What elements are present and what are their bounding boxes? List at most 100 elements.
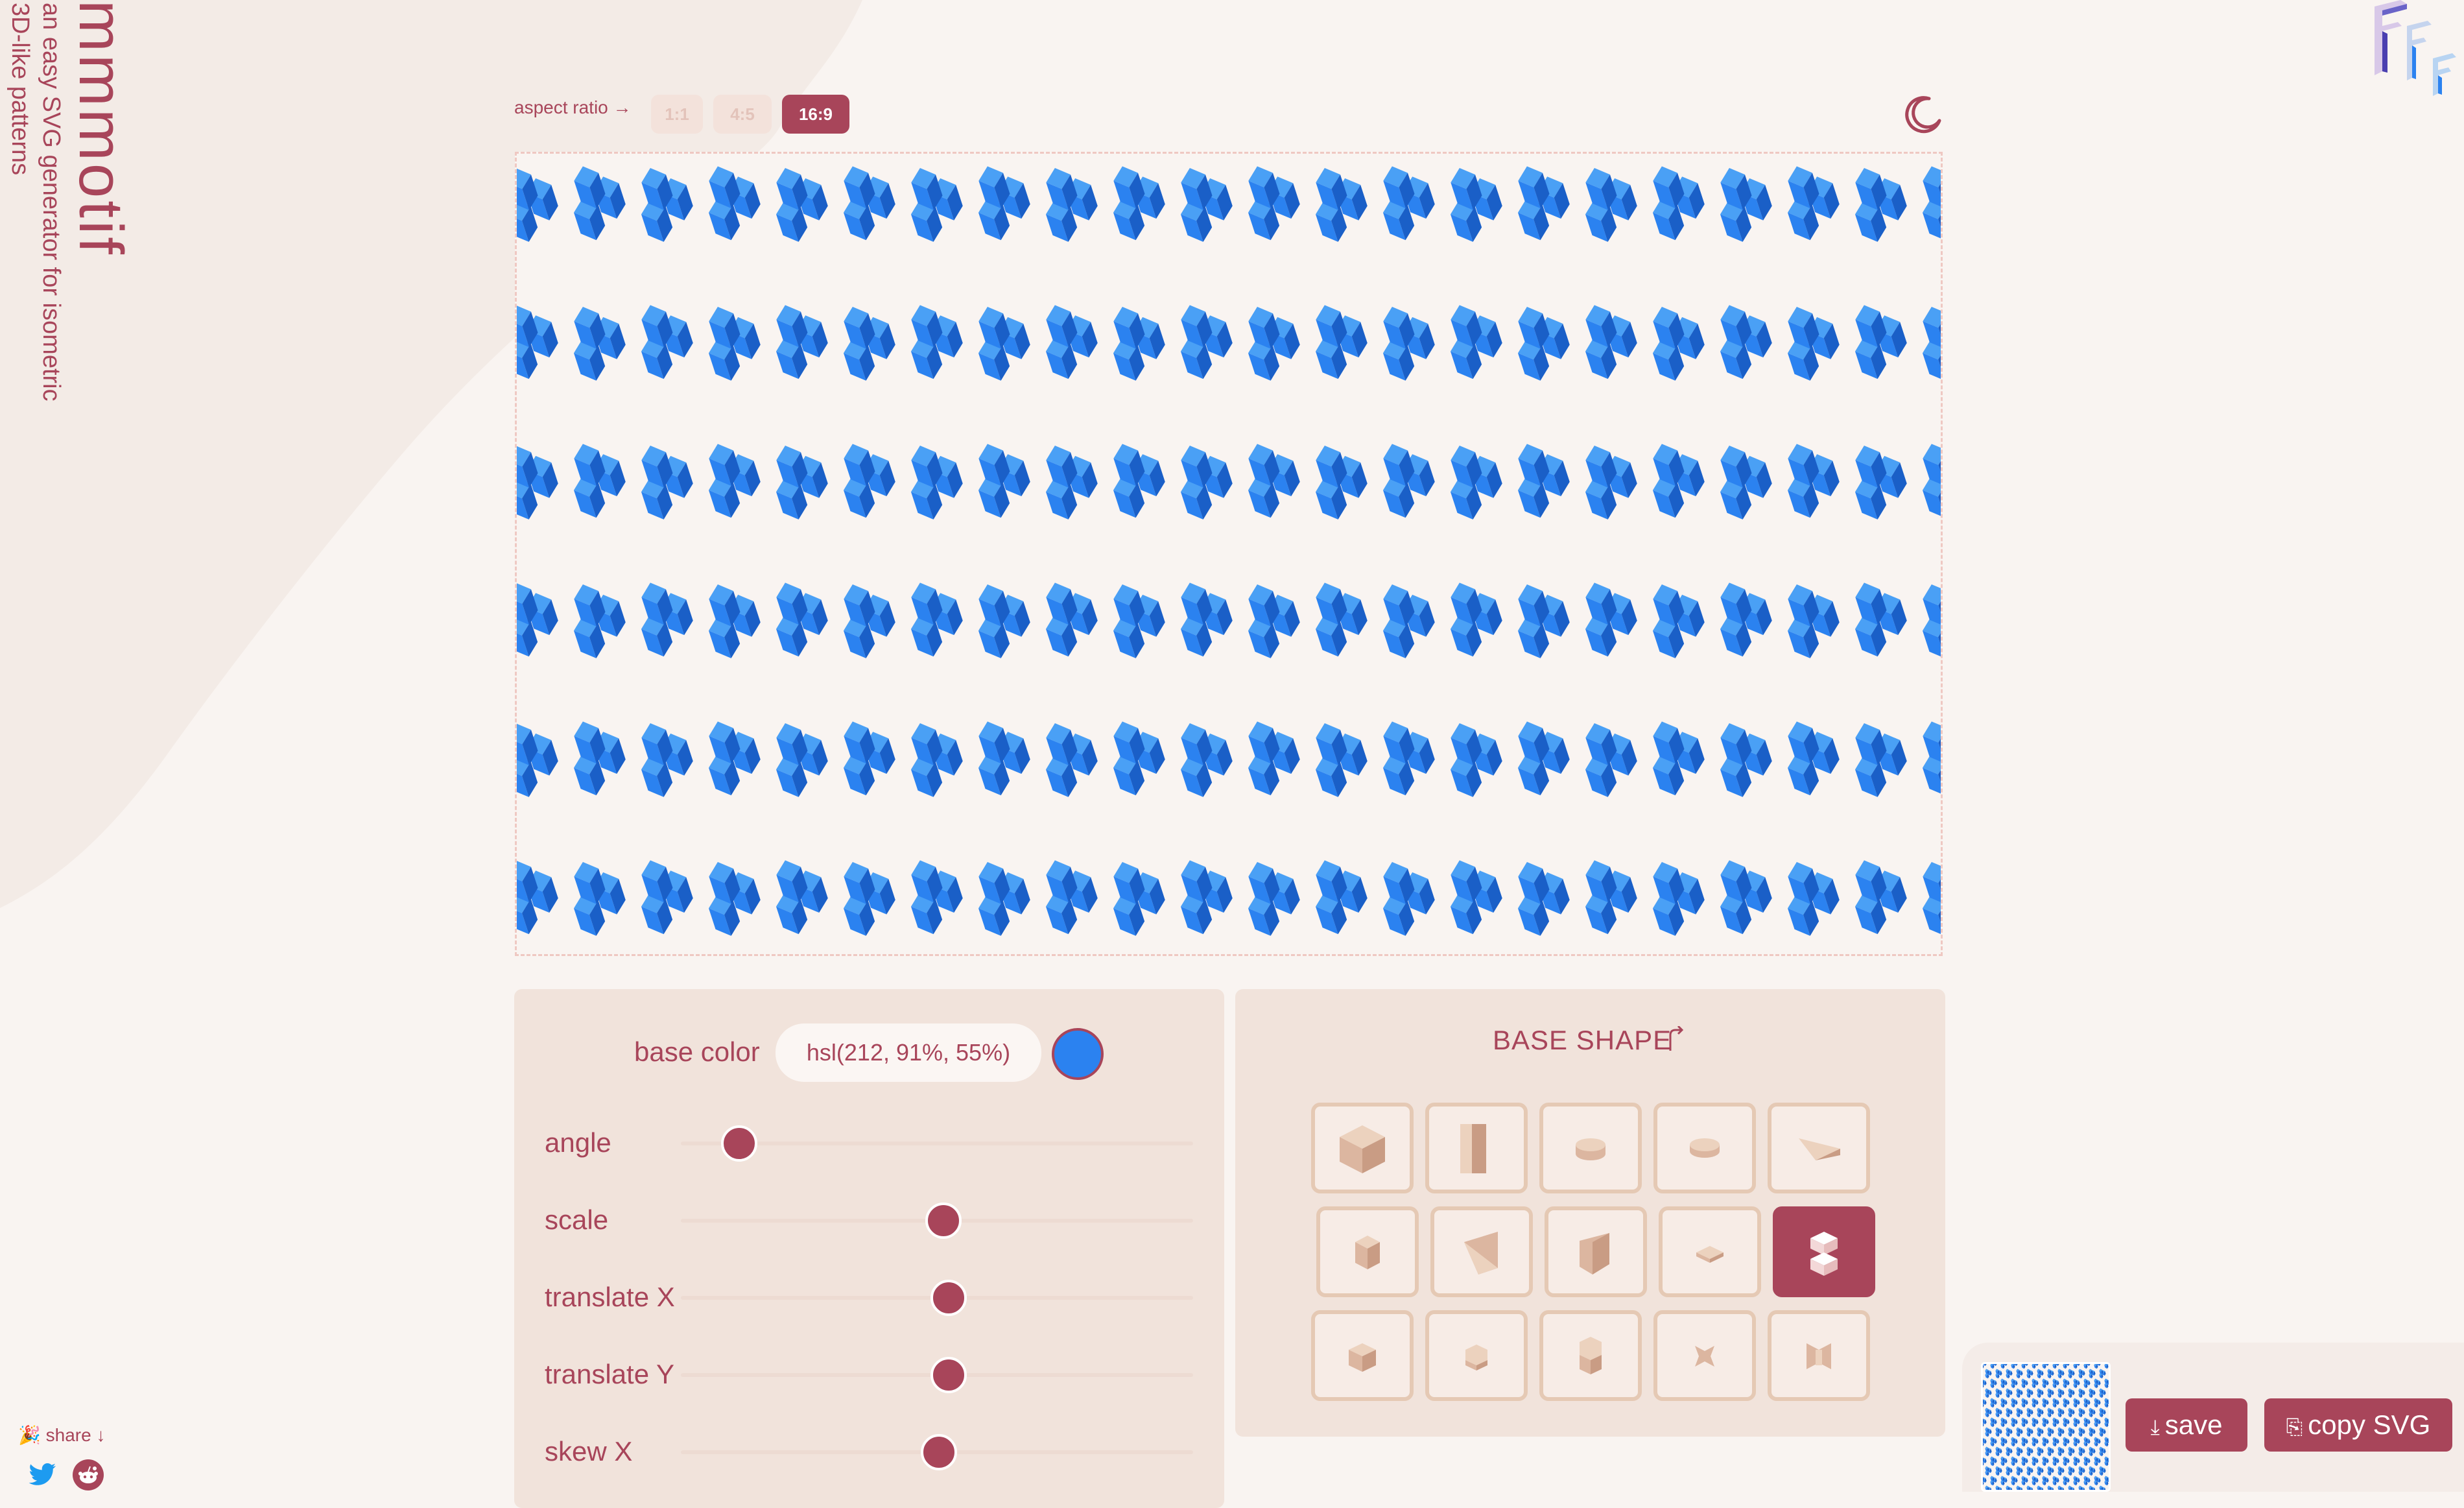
aspect-ratio-1-1-button[interactable]: 1:1 (651, 95, 703, 134)
shape-option-cross-shape[interactable] (1653, 1310, 1756, 1401)
small-cube-icon (1333, 1326, 1392, 1385)
pattern-motif (1033, 852, 1105, 939)
pattern-motif (1370, 158, 1442, 245)
bow-shape-icon (1790, 1326, 1848, 1385)
shape-option-stacked-cubes[interactable] (1773, 1206, 1875, 1297)
aspect-ratio-16-9-button[interactable]: 16:9 (782, 95, 849, 134)
pattern-motif (1572, 437, 1644, 523)
fffuel-logo[interactable] (2368, 0, 2459, 97)
pattern-motif (831, 713, 903, 800)
translate-y-slider[interactable]: translate Y (545, 1348, 1193, 1400)
pattern-motif (965, 853, 1037, 940)
pattern-motif (1640, 298, 1712, 385)
pattern-motif (831, 435, 903, 522)
base-color-input[interactable] (776, 1023, 1041, 1082)
pattern-motif (1910, 713, 1941, 800)
shape-option-small-cube[interactable] (1311, 1310, 1414, 1401)
pattern-motif (1303, 852, 1375, 939)
tile-icon (1681, 1223, 1739, 1281)
shape-option-tile[interactable] (1659, 1206, 1761, 1297)
pattern-motif (898, 159, 970, 246)
pattern-motif (628, 159, 700, 246)
cross-shape-icon (1676, 1326, 1734, 1385)
shape-face (1690, 1138, 1720, 1151)
shape-option-bow-shape[interactable] (1768, 1310, 1870, 1401)
pattern-motif (561, 853, 633, 940)
pattern-motif (1438, 437, 1510, 523)
pattern-motif (1505, 158, 1577, 245)
pattern-motif (628, 296, 700, 383)
slider-track[interactable] (681, 1142, 1193, 1145)
shape-option-hexagon-prism[interactable] (1425, 1310, 1528, 1401)
pattern-motif (1438, 574, 1510, 661)
pattern-motif (1235, 575, 1307, 662)
pattern-motif (1100, 853, 1172, 940)
slider-knob[interactable] (930, 1280, 967, 1316)
shape-option-tall-wedge[interactable] (1430, 1206, 1533, 1297)
pattern-motif (1707, 437, 1779, 523)
shape-option-wedge[interactable] (1768, 1103, 1870, 1193)
scale-slider[interactable]: scale (545, 1194, 1193, 1246)
angle-slider[interactable]: angle (545, 1117, 1193, 1169)
pattern-motif (1640, 158, 1712, 245)
shape-option-tall-box[interactable] (1425, 1103, 1528, 1193)
pattern-motif (1438, 852, 1510, 939)
copy-svg-button[interactable]: ⎘copy SVG (2264, 1398, 2452, 1452)
flat-cylinder-icon (1676, 1119, 1734, 1177)
pattern-motif (898, 574, 970, 661)
slanted-prism-icon (1567, 1223, 1625, 1281)
reddit-icon[interactable] (71, 1458, 105, 1492)
pattern-motif (561, 435, 633, 522)
slider-knob[interactable] (921, 1434, 957, 1470)
shape-option-small-box[interactable] (1316, 1206, 1419, 1297)
pattern-motif (1707, 574, 1779, 661)
save-button[interactable]: ⤓save (2126, 1398, 2247, 1452)
aspect-ratio-4-5-button[interactable]: 4:5 (713, 95, 772, 134)
pattern-motif (898, 714, 970, 801)
slider-knob[interactable] (721, 1125, 757, 1162)
slider-label: scale (545, 1204, 608, 1236)
moon-icon[interactable] (1903, 93, 1945, 135)
skew-x-slider[interactable]: skew X (545, 1426, 1193, 1478)
pattern-motif (696, 158, 768, 245)
base-color-label: base color (634, 1036, 760, 1068)
pattern-motif (898, 437, 970, 523)
pattern-motif (517, 159, 566, 246)
pattern-motif (1775, 853, 1847, 940)
pattern-motif (1707, 159, 1779, 246)
shape-option-flat-cylinder[interactable] (1653, 1103, 1756, 1193)
pattern-svg (517, 154, 1941, 954)
shape-option-hexagon-column[interactable] (1539, 1310, 1642, 1401)
pattern-motif (1775, 158, 1847, 245)
pattern-motif (1842, 574, 1914, 661)
base-color-swatch[interactable] (1052, 1028, 1104, 1080)
pattern-motif (1438, 159, 1510, 246)
pattern-motif (628, 714, 700, 801)
translate-x-slider[interactable]: translate X (545, 1271, 1193, 1323)
slider-knob[interactable] (925, 1203, 962, 1239)
pattern-motif (763, 852, 835, 939)
pattern-motif (965, 298, 1037, 385)
pattern-motif (1842, 437, 1914, 523)
pattern-motif (1168, 714, 1240, 801)
pattern-motif (696, 713, 768, 800)
slider-knob[interactable] (930, 1357, 967, 1393)
twitter-icon[interactable] (26, 1458, 60, 1492)
shape-option-cube[interactable] (1311, 1103, 1414, 1193)
pattern-motif (763, 159, 835, 246)
pattern-motif (1303, 437, 1375, 523)
aspect-ratio-label: aspect ratio → (514, 97, 632, 118)
pattern-motif (1168, 296, 1240, 383)
pattern-thumbnail (1981, 1362, 2111, 1492)
share-label: 🎉 share ↓ (18, 1424, 105, 1446)
shape-option-short-cylinder[interactable] (1539, 1103, 1642, 1193)
pattern-motif (1505, 298, 1577, 385)
pattern-motif (1910, 575, 1941, 662)
pattern-motif (1033, 714, 1105, 801)
shape-option-slanted-prism[interactable] (1545, 1206, 1647, 1297)
pattern-motif (1572, 159, 1644, 246)
pattern-motif (1235, 158, 1307, 245)
corner-up-right-icon (1666, 1026, 1686, 1052)
pattern-motif (1033, 296, 1105, 383)
wedge-icon (1790, 1119, 1848, 1177)
